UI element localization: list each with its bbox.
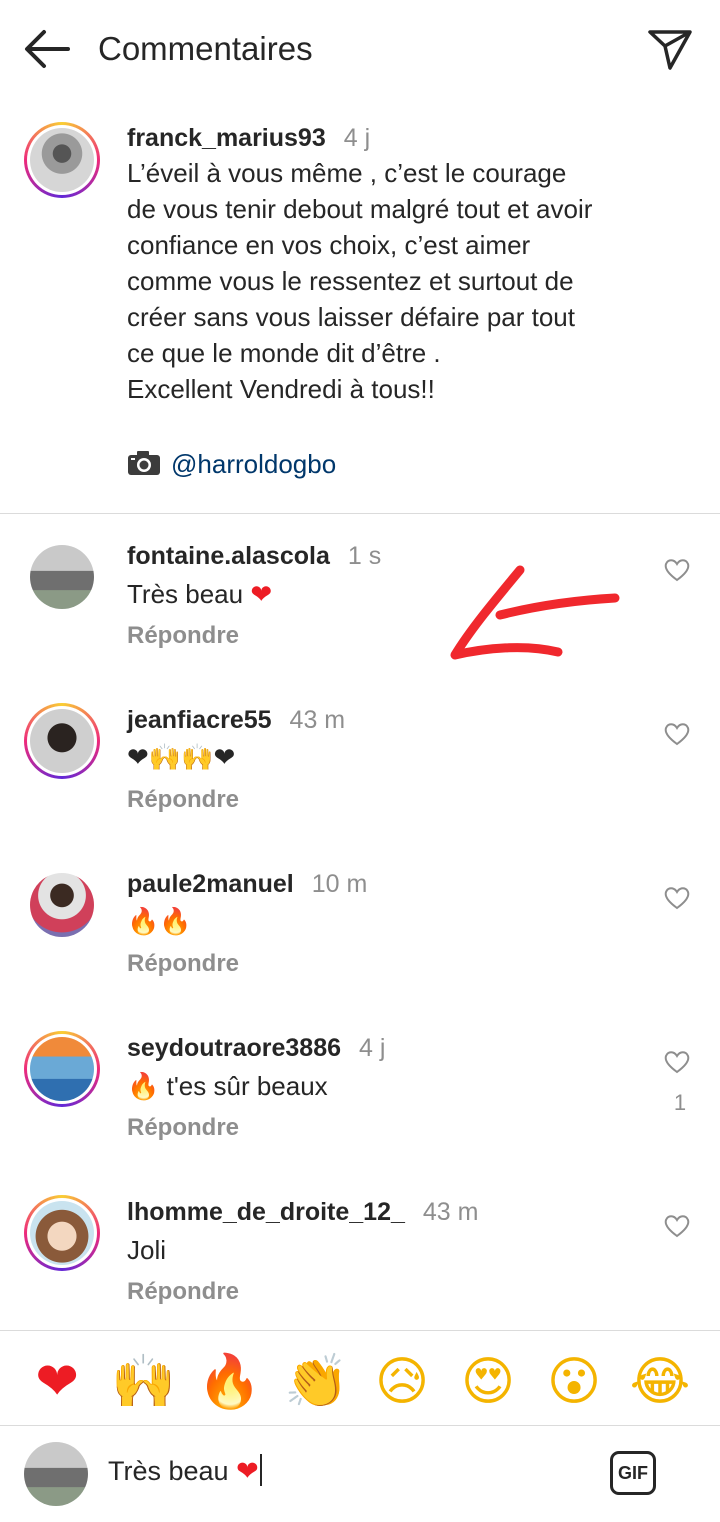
fire-emoji: 🔥 — [127, 1072, 160, 1102]
divider — [0, 513, 720, 514]
photo-credit: @harroldogbo — [127, 446, 336, 482]
top-bar: Commentaires — [0, 0, 720, 98]
heart-emoji: ❤ — [236, 1456, 259, 1487]
comment-item: jeanfiacre55 43 m ❤🙌🙌❤ Répondre — [0, 704, 720, 864]
back-arrow-icon[interactable] — [22, 26, 72, 72]
gif-button[interactable]: GIF — [610, 1451, 656, 1495]
emoji-sad-button[interactable]: 😥 — [370, 1350, 434, 1414]
like-heart-icon[interactable] — [664, 558, 690, 582]
caption-username[interactable]: franck_marius93 — [127, 124, 326, 152]
emoji-surprised-button[interactable]: 😮 — [542, 1350, 606, 1414]
camera-icon — [128, 451, 160, 475]
comment-username[interactable]: paule2manuel — [127, 870, 294, 898]
like-heart-icon[interactable] — [664, 1050, 690, 1074]
reply-button[interactable]: Répondre — [127, 620, 239, 652]
like-count: 1 — [673, 1090, 687, 1115]
comment-text: 🔥🔥 — [127, 907, 192, 937]
reply-button[interactable]: Répondre — [127, 948, 239, 980]
comment-username[interactable]: fontaine.alascola — [127, 542, 330, 570]
comment-input[interactable]: Très beau ❤ — [108, 1451, 262, 1492]
comment-item: paule2manuel 10 m 🔥🔥 Répondre — [0, 868, 720, 1028]
comment-item: lhomme_de_droite_12_ 43 m Joli Répondre — [0, 1196, 720, 1356]
page-title: Commentaires — [98, 30, 313, 67]
comment-username[interactable]: jeanfiacre55 — [127, 706, 272, 734]
comment-text: Joli — [127, 1235, 167, 1265]
like-heart-icon[interactable] — [664, 1214, 690, 1238]
user-avatar — [24, 1442, 88, 1506]
text-cursor — [259, 1454, 262, 1486]
comment-time: 43 m — [422, 1198, 479, 1226]
emoji-heart-button[interactable]: ❤ — [25, 1350, 89, 1414]
caption-text: L’éveil à vous même , c’est le courage d… — [127, 158, 593, 404]
comment-text: 🔥 t'es sûr beaux — [127, 1071, 328, 1102]
comment-time: 10 m — [311, 870, 368, 898]
like-heart-icon[interactable] — [664, 722, 690, 746]
comment-username[interactable]: lhomme_de_droite_12_ — [127, 1198, 405, 1226]
emoji-reaction-bar: ❤ 🙌 🔥 👏 😥 😍 😮 😂 — [0, 1340, 720, 1424]
emoji-raised-hands-button[interactable]: 🙌 — [111, 1350, 176, 1414]
comment-username[interactable]: seydoutraore3886 — [127, 1034, 341, 1062]
caption-avatar[interactable] — [24, 122, 100, 198]
post-caption: franck_marius93 4 j L’éveil à vous même ,… — [127, 122, 687, 407]
emoji-laughing-button[interactable]: 😂 — [628, 1350, 692, 1414]
mention-link[interactable]: @harroldogbo — [171, 449, 336, 479]
emoji-heart-eyes-button[interactable]: 😍 — [456, 1350, 520, 1414]
comment-time: 1 s — [347, 542, 382, 570]
reply-button[interactable]: Répondre — [127, 1112, 239, 1144]
comment-composer: Très beau ❤ GIF — [0, 1425, 720, 1522]
comment-item: seydoutraore3886 4 j 🔥 t'es sûr beaux Rép… — [0, 1032, 720, 1192]
caption-time: 4 j — [343, 124, 371, 152]
send-icon[interactable] — [646, 24, 694, 72]
heart-emoji: ❤ — [250, 580, 273, 610]
reply-button[interactable]: Répondre — [127, 784, 239, 816]
comment-time: 43 m — [289, 706, 346, 734]
reply-button[interactable]: Répondre — [127, 1276, 239, 1308]
comment-text: ❤🙌🙌❤ — [127, 743, 236, 773]
like-heart-icon[interactable] — [664, 886, 690, 910]
emoji-fire-button[interactable]: 🔥 — [197, 1350, 262, 1414]
red-arrow-annotation — [450, 565, 620, 660]
emoji-clap-button[interactable]: 👏 — [284, 1350, 349, 1414]
comment-text: Très beau ❤ — [127, 579, 273, 610]
divider — [0, 1330, 720, 1331]
comment-time: 4 j — [359, 1034, 386, 1062]
